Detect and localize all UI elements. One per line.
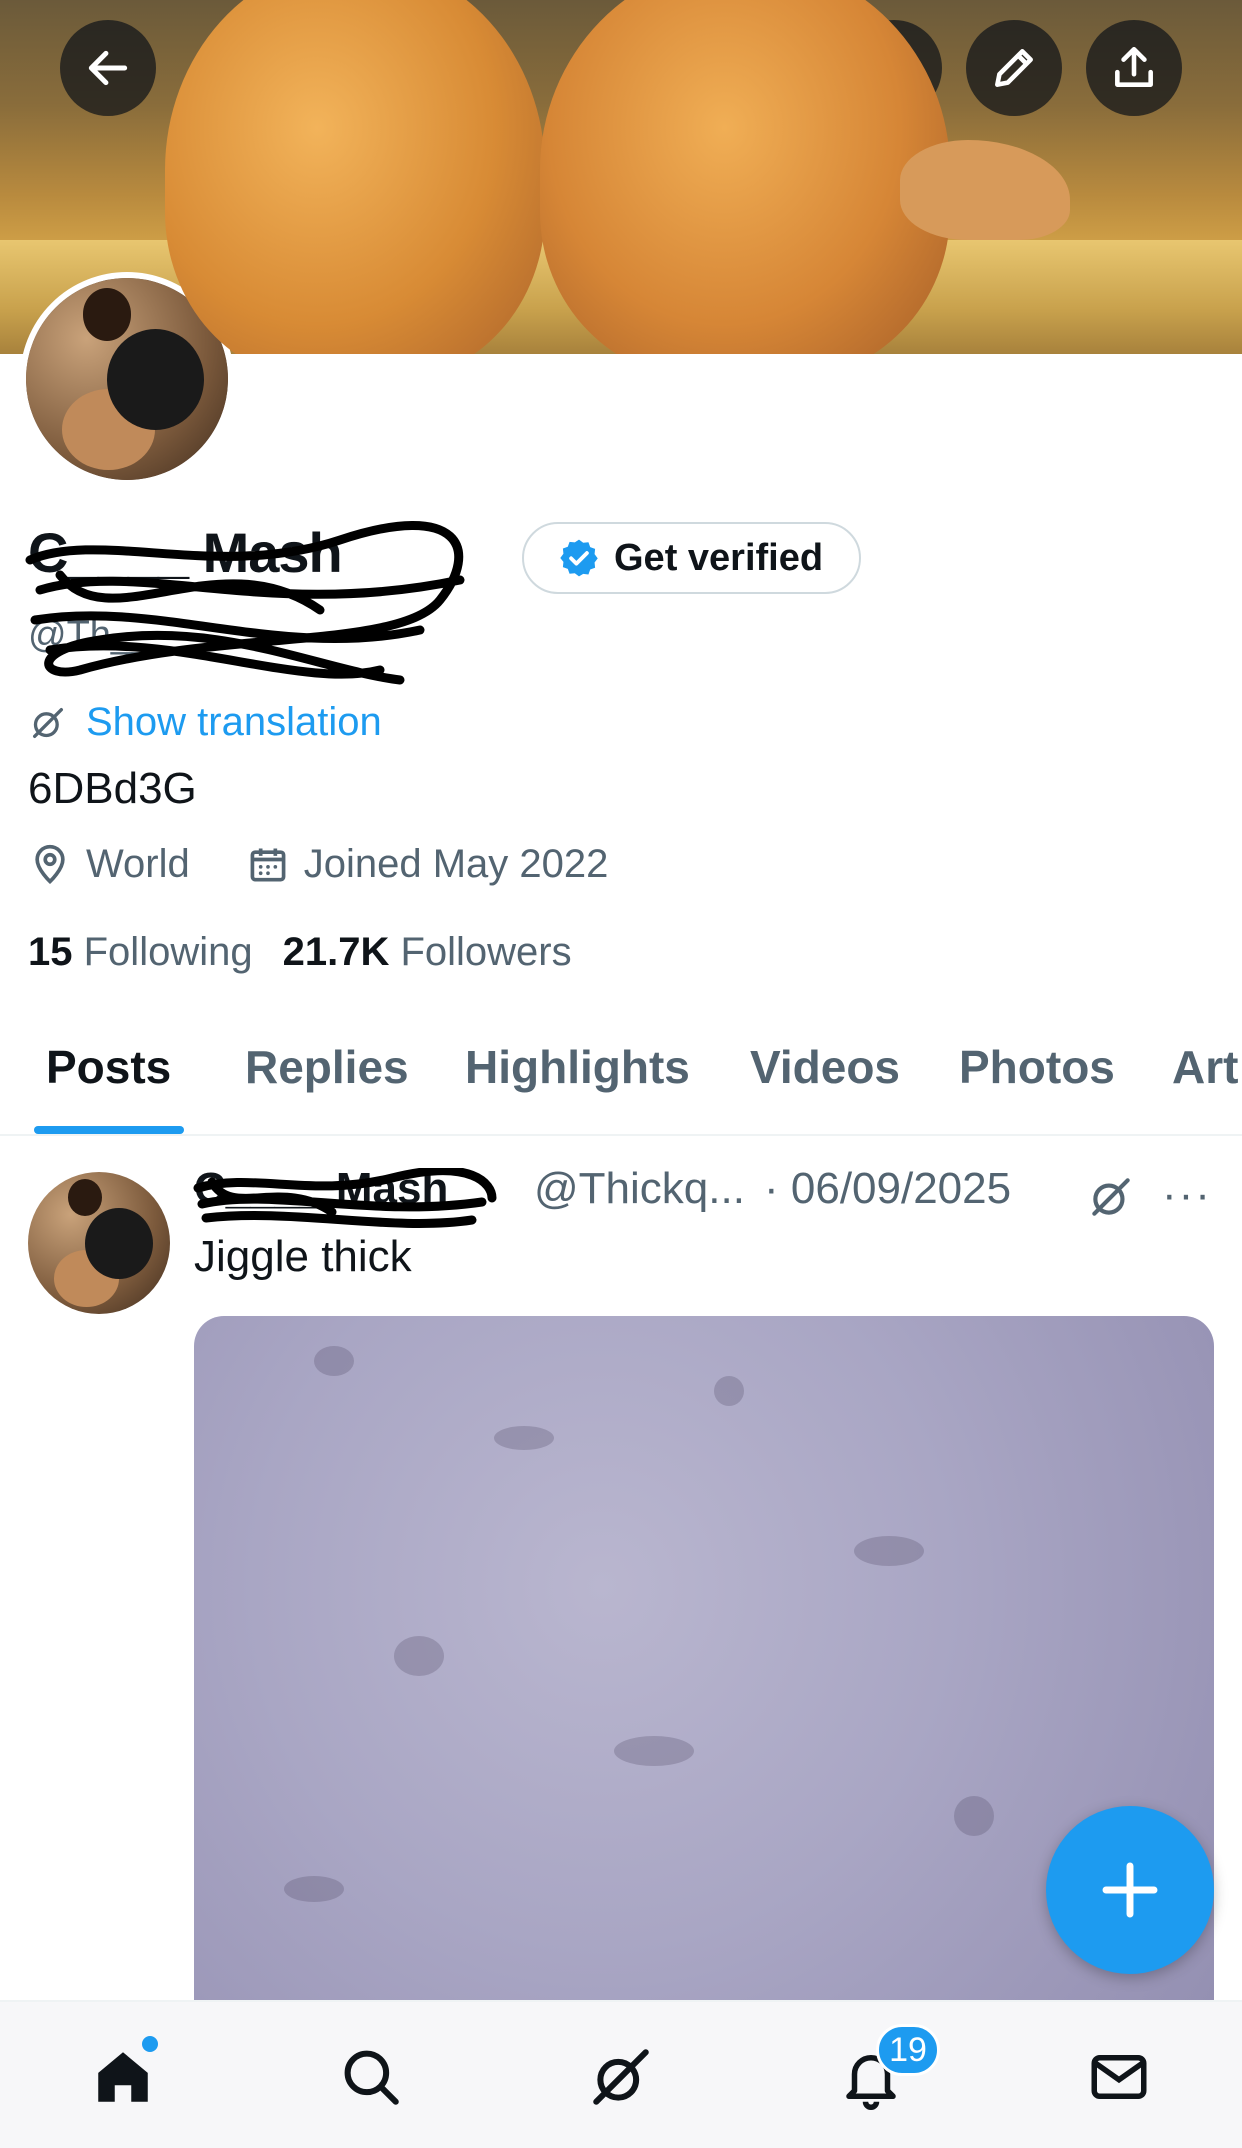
redaction-scribble (25, 520, 465, 685)
plus-icon (1102, 1862, 1158, 1918)
location-pin-icon (35, 844, 65, 884)
tab-replies[interactable]: Replies (245, 1040, 409, 1094)
pencil-icon (995, 49, 1033, 87)
following-count: 15 (28, 930, 73, 974)
banner-shape-right (540, 0, 950, 354)
mail-icon (1091, 2055, 1147, 2099)
home-unread-dot (142, 2036, 158, 2052)
show-translation-link[interactable]: Show translation (28, 700, 382, 745)
nav-messages[interactable] (1084, 2042, 1154, 2112)
home-icon (98, 2052, 148, 2102)
post-text: Jiggle thick (194, 1232, 412, 1281)
redaction-scribble (193, 1168, 497, 1228)
avatar-image (28, 1172, 170, 1314)
follow-stats: 15 Following 21.7K Followers (28, 930, 572, 975)
followers-link[interactable]: 21.7K Followers (283, 930, 572, 975)
profile-meta: World Joined May 2022 (28, 842, 608, 887)
banner-shape-left (165, 0, 545, 354)
following-label: Following (83, 930, 253, 974)
show-translation-label: Show translation (86, 700, 382, 744)
profile-location: World (86, 842, 190, 886)
get-verified-button[interactable]: Get verified (522, 522, 862, 594)
get-verified-label: Get verified (614, 536, 824, 579)
tab-videos[interactable]: Videos (750, 1040, 900, 1094)
calendar-icon (250, 848, 286, 881)
verified-badge-icon (560, 539, 598, 577)
back-arrow-icon (88, 50, 128, 86)
nav-grok[interactable] (586, 2042, 656, 2112)
share-button[interactable] (1086, 20, 1182, 116)
following-link[interactable]: 15 Following (28, 930, 253, 975)
tab-highlights[interactable]: Highlights (465, 1040, 690, 1094)
post-date[interactable]: · 06/09/2025 (764, 1164, 1011, 1214)
followers-count: 21.7K (282, 930, 390, 974)
grok-icon[interactable] (1086, 1172, 1136, 1222)
search-icon (344, 2050, 399, 2105)
tab-articles[interactable]: Art (1172, 1040, 1238, 1094)
grok-icon (33, 707, 63, 738)
post-author-handle[interactable]: @Thickq... (534, 1164, 745, 1214)
tab-posts[interactable]: Posts (46, 1040, 171, 1094)
grok-icon (593, 2049, 649, 2105)
tab-photos[interactable]: Photos (959, 1040, 1115, 1094)
profile-bio: 6DBd3G (28, 764, 197, 813)
profile-joined: Joined May 2022 (303, 842, 609, 886)
post-avatar[interactable] (28, 1172, 170, 1314)
edit-button[interactable] (966, 20, 1062, 116)
back-button[interactable] (60, 20, 156, 116)
notifications-badge: 19 (876, 2024, 940, 2076)
banner-shape-hand (900, 140, 1070, 240)
compose-post-button[interactable] (1046, 1806, 1214, 1974)
share-icon (1115, 46, 1153, 87)
profile-tabs: Posts Replies Highlights Videos Photos A… (0, 1010, 1242, 1136)
active-tab-indicator (34, 1126, 184, 1134)
bottom-navigation (0, 2000, 1242, 2148)
followers-label: Followers (400, 930, 572, 974)
more-options-icon[interactable]: ··· (1162, 1170, 1212, 1220)
nav-home[interactable] (88, 2042, 158, 2112)
nav-search[interactable] (336, 2042, 406, 2112)
